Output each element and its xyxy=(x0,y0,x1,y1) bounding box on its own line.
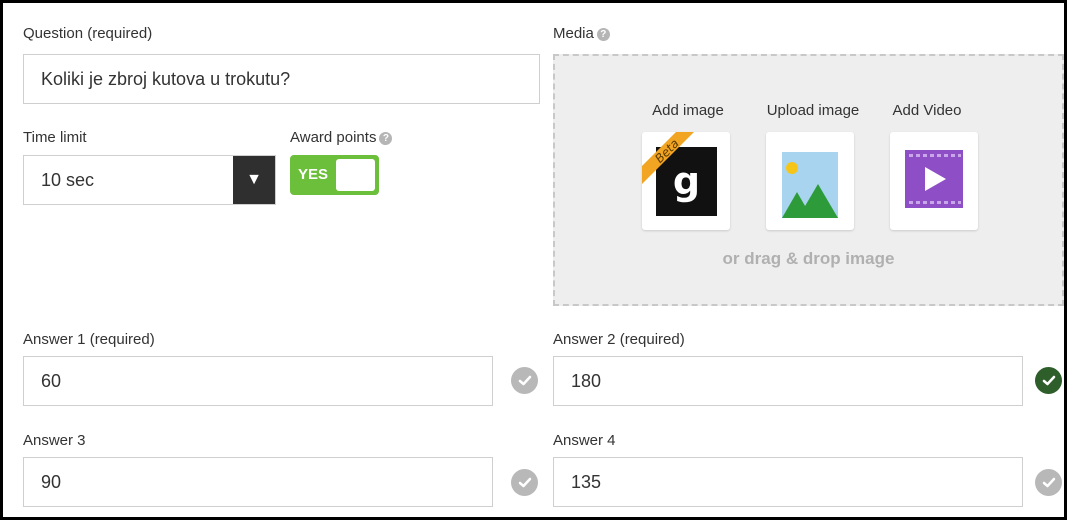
toggle-knob xyxy=(336,159,375,191)
getty-image-icon: g Beta xyxy=(642,132,717,216)
checkmark-icon xyxy=(518,477,531,488)
upload-image-label: Upload image xyxy=(766,102,860,119)
answer-3-label: Answer 3 xyxy=(23,432,86,449)
time-limit-value: 10 sec xyxy=(41,169,95,190)
checkmark-icon xyxy=(1042,375,1055,386)
answer-2-value: 180 xyxy=(571,370,602,391)
answer-4-label: Answer 4 xyxy=(553,432,616,449)
time-limit-label: Time limit xyxy=(23,129,87,146)
checkmark-icon xyxy=(518,375,531,386)
help-icon[interactable]: ? xyxy=(596,27,610,41)
answer-3-correct-toggle[interactable] xyxy=(511,469,538,496)
image-upload-icon xyxy=(782,152,838,218)
award-points-toggle[interactable]: YES xyxy=(290,155,379,195)
add-image-button[interactable]: g Beta xyxy=(642,132,730,230)
add-image-label: Add image xyxy=(652,102,724,119)
video-icon xyxy=(905,150,963,208)
award-points-label-text: Award points xyxy=(290,129,377,146)
answer-1-value: 60 xyxy=(41,370,62,391)
media-label-text: Media xyxy=(553,25,594,42)
help-icon[interactable]: ? xyxy=(379,131,393,145)
answer-1-input[interactable]: 60 xyxy=(23,356,493,406)
answer-1-label: Answer 1 (required) xyxy=(23,331,155,348)
media-dropzone[interactable]: Add image Upload image Add Video g Beta xyxy=(553,54,1064,306)
answer-3-input[interactable]: 90 xyxy=(23,457,493,507)
getty-logo-letter: g xyxy=(673,159,700,203)
chevron-down-icon[interactable]: ▼ xyxy=(233,156,275,204)
drag-drop-hint: or drag & drop image xyxy=(722,249,895,268)
media-label: Media? xyxy=(553,25,610,42)
answer-1-correct-toggle[interactable] xyxy=(511,367,538,394)
question-input[interactable]: Koliki je zbroj kutova u trokutu? xyxy=(23,54,540,104)
question-editor: Question (required) Koliki je zbroj kuto… xyxy=(0,0,1067,520)
answer-4-input[interactable]: 135 xyxy=(553,457,1023,507)
award-points-label: Award points? xyxy=(290,129,393,146)
answer-4-value: 135 xyxy=(571,471,602,492)
checkmark-icon xyxy=(1042,477,1055,488)
question-label: Question (required) xyxy=(23,25,153,42)
time-limit-select[interactable]: 10 sec ▼ xyxy=(23,155,276,205)
upload-image-button[interactable] xyxy=(766,132,854,230)
question-input-value: Koliki je zbroj kutova u trokutu? xyxy=(41,68,291,89)
toggle-yes-text: YES xyxy=(298,166,329,183)
answer-3-value: 90 xyxy=(41,471,62,492)
add-video-button[interactable] xyxy=(890,132,978,230)
answer-2-label: Answer 2 (required) xyxy=(553,331,685,348)
answer-2-correct-toggle[interactable] xyxy=(1035,367,1062,394)
answer-4-correct-toggle[interactable] xyxy=(1035,469,1062,496)
answer-2-input[interactable]: 180 xyxy=(553,356,1023,406)
add-video-label: Add Video xyxy=(892,102,962,119)
